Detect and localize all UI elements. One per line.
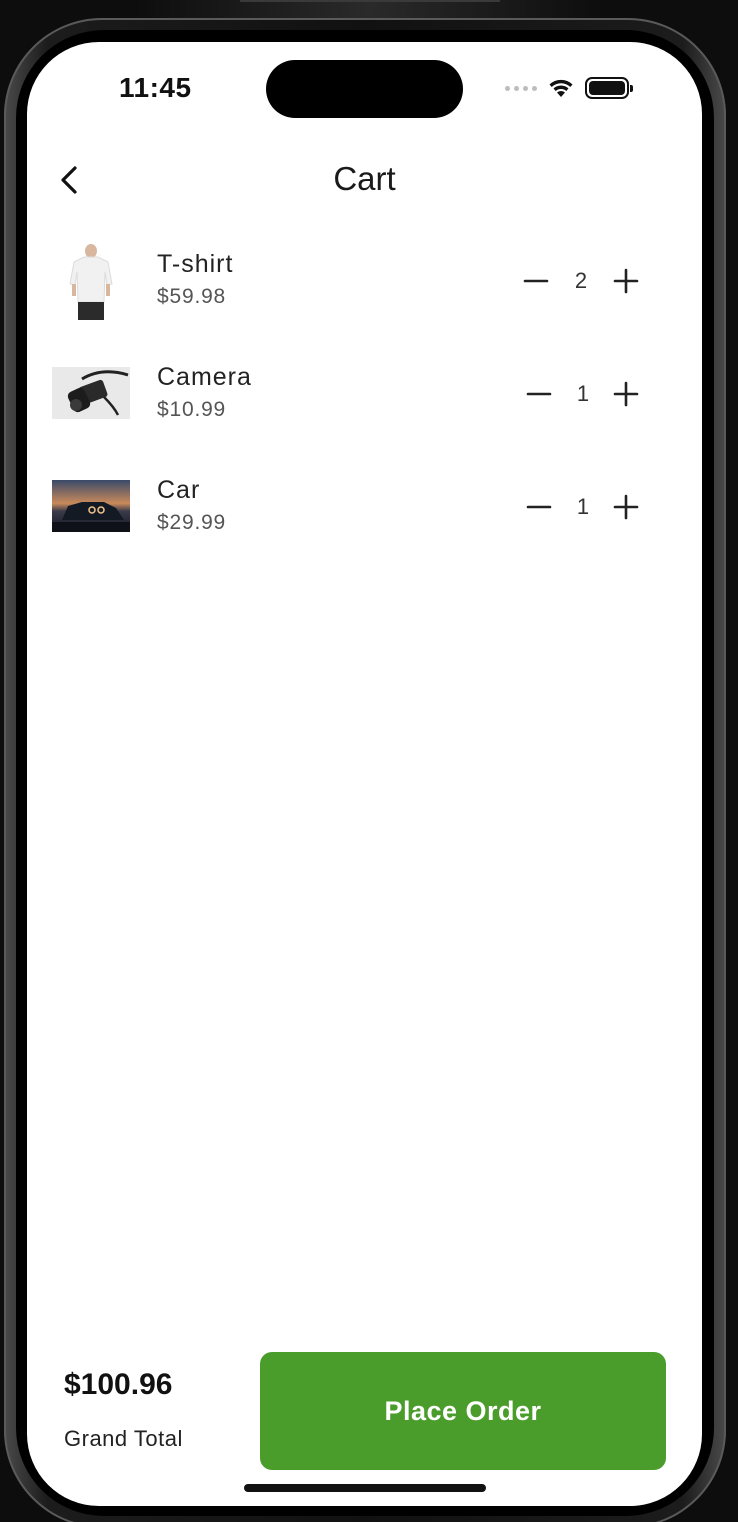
home-indicator[interactable] xyxy=(244,1484,486,1492)
plus-icon xyxy=(613,494,639,520)
battery-icon xyxy=(585,77,633,99)
minus-icon xyxy=(526,392,552,396)
quantity-value: 1 xyxy=(576,381,590,406)
app-screen: 11:45 Cart T-shirt $59.98 2 Camera $10.9… xyxy=(27,42,702,1506)
item-price: $29.99 xyxy=(157,511,227,534)
cart-item: Car $29.99 1 xyxy=(27,458,702,558)
item-price: $10.99 xyxy=(157,398,227,421)
item-price: $59.98 xyxy=(157,285,227,308)
wifi-icon xyxy=(549,79,573,97)
plus-icon xyxy=(613,268,639,294)
cellular-signal-icon xyxy=(505,85,537,91)
car-thumbnail xyxy=(52,480,130,532)
decrease-quantity-button[interactable] xyxy=(520,265,552,297)
tshirt-thumbnail xyxy=(52,242,130,320)
grand-total-label: Grand Total xyxy=(64,1426,183,1451)
item-name: Camera xyxy=(157,363,252,391)
page-title: Cart xyxy=(333,160,396,197)
item-name: T-shirt xyxy=(157,250,234,278)
cart-item: T-shirt $59.98 2 xyxy=(27,232,702,332)
status-time: 11:45 xyxy=(119,72,192,103)
item-name: Car xyxy=(157,476,201,504)
quantity-value: 1 xyxy=(576,494,590,519)
grand-total-amount: $100.96 xyxy=(64,1368,173,1401)
increase-quantity-button[interactable] xyxy=(610,491,642,523)
camera-thumbnail xyxy=(52,367,130,419)
decrease-quantity-button[interactable] xyxy=(523,378,555,410)
status-indicators xyxy=(505,76,633,100)
plus-icon xyxy=(613,381,639,407)
increase-quantity-button[interactable] xyxy=(610,378,642,410)
minus-icon xyxy=(526,505,552,509)
cart-item: Camera $10.99 1 xyxy=(27,345,702,445)
quantity-value: 2 xyxy=(574,268,588,293)
increase-quantity-button[interactable] xyxy=(610,265,642,297)
minus-icon xyxy=(523,279,549,283)
decrease-quantity-button[interactable] xyxy=(523,491,555,523)
place-order-button[interactable]: Place Order xyxy=(260,1352,666,1470)
dynamic-island xyxy=(266,60,463,118)
